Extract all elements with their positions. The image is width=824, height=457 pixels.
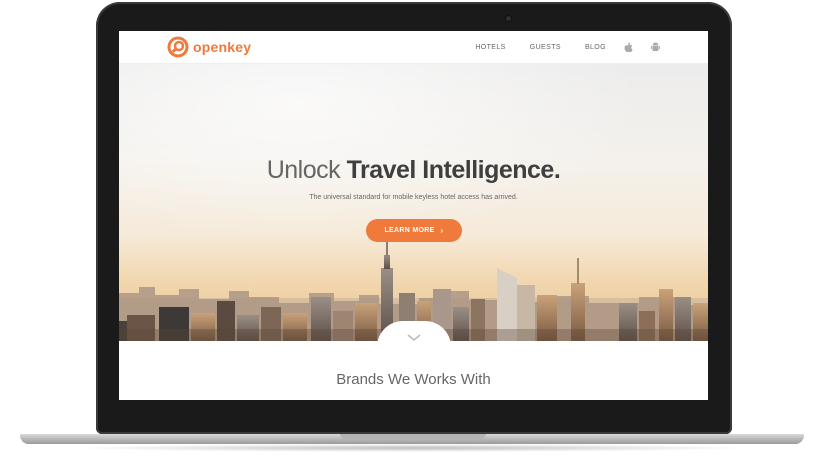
logo[interactable]: openkey: [167, 36, 251, 58]
chevron-down-icon[interactable]: [407, 329, 421, 347]
nav-link-guests[interactable]: GUESTS: [530, 44, 561, 51]
openkey-logo-icon: [167, 36, 189, 58]
hero-headline: Unlock Travel Intelligence.: [119, 156, 708, 185]
learn-more-label: LEARN MORE: [384, 227, 435, 234]
hero-subtitle: The universal standard for mobile keyles…: [309, 194, 518, 201]
headline-light-text: Unlock: [266, 156, 341, 184]
laptop-notch: [340, 434, 486, 439]
nav-links: HOTELS GUESTS BLOG: [451, 31, 660, 63]
nav-link-blog[interactable]: BLOG: [585, 44, 606, 51]
logo-text: openkey: [193, 39, 252, 55]
brands-section: Brands We Works With: [119, 341, 708, 400]
android-icon[interactable]: [651, 42, 660, 52]
top-navbar: openkey HOTELS GUESTS BLOG: [119, 31, 708, 64]
brands-title: Brands We Works With: [336, 371, 491, 388]
headline-bold-text: Travel Intelligence.: [346, 156, 561, 184]
nav-link-hotels[interactable]: HOTELS: [475, 44, 505, 51]
browser-viewport: openkey HOTELS GUESTS BLOG Unlock Travel…: [119, 31, 708, 400]
chevron-right-icon: ›: [440, 226, 444, 235]
hero-section: Unlock Travel Intelligence. The universa…: [119, 63, 708, 341]
learn-more-button[interactable]: LEARN MORE ›: [366, 219, 462, 242]
camera-icon: [506, 16, 511, 21]
laptop-shadow: [70, 444, 754, 452]
apple-icon[interactable]: [624, 42, 633, 52]
